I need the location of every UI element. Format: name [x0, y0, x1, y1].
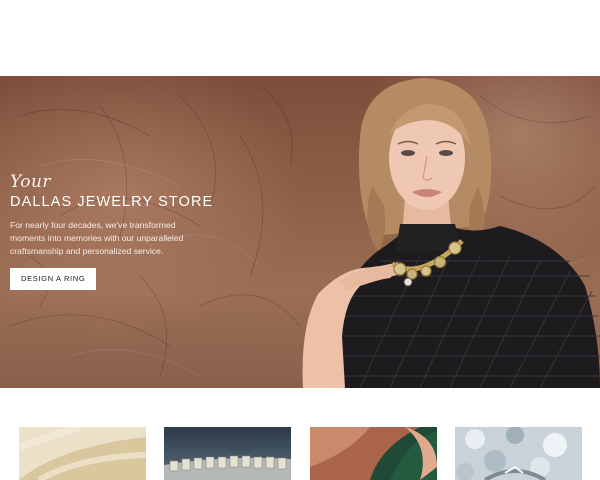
- hero-description-line: For nearly four decades, we've transform…: [10, 220, 176, 230]
- diamond-bracelet-image: [164, 427, 291, 480]
- thumbnail-sparkle-ring[interactable]: [455, 427, 582, 480]
- hero-banner: Your DALLAS JEWELRY STORE For nearly fou…: [0, 76, 600, 388]
- thumbnail-emerald-hand[interactable]: [310, 427, 437, 480]
- emerald-hand-image: [310, 427, 437, 480]
- category-thumbnails: [0, 427, 600, 480]
- cream-fabric-image: [19, 427, 146, 480]
- thumbnail-cream-fabric[interactable]: [19, 427, 146, 480]
- top-header: [0, 0, 600, 76]
- thumbnail-diamond-bracelet[interactable]: [164, 427, 291, 480]
- hero-description: For nearly four decades, we've transform…: [10, 219, 210, 258]
- hero-copy: Your DALLAS JEWELRY STORE For nearly fou…: [10, 172, 250, 290]
- design-a-ring-button[interactable]: DESIGN A RING: [10, 268, 97, 290]
- hero-description-line: moments into memories with our unparalle…: [10, 233, 184, 243]
- sparkle-ring-image: [455, 427, 582, 480]
- hero-description-line: craftsmanship and personalized service.: [10, 246, 164, 256]
- hero-title: DALLAS JEWELRY STORE: [10, 194, 214, 210]
- hero-script-word: Your: [10, 172, 52, 192]
